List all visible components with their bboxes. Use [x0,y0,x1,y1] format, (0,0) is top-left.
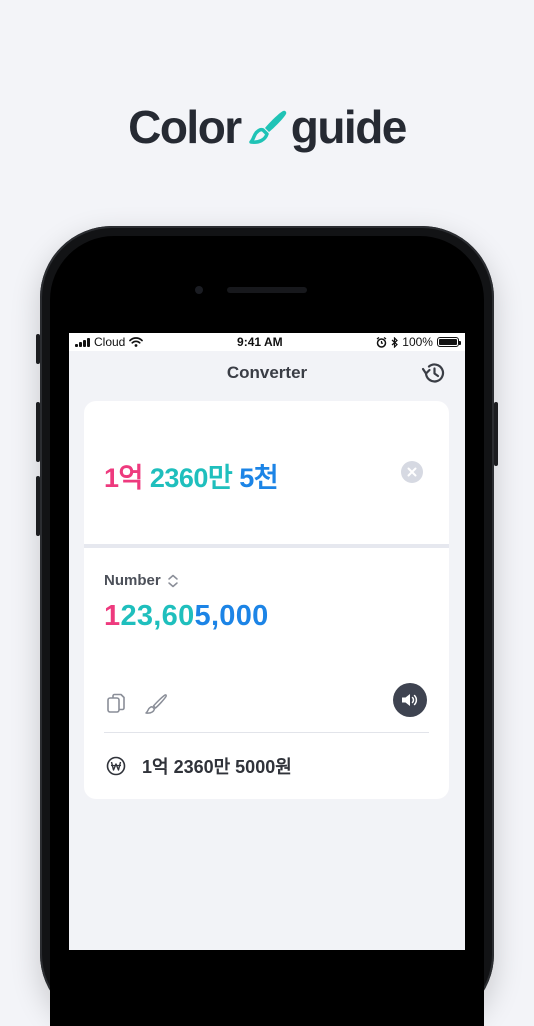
history-icon[interactable] [419,359,447,387]
unit-label: Number [104,572,161,589]
speak-button[interactable] [393,683,427,717]
app-screen: Cloud 9:41 AM 100% Converter 1억 2360만 5천… [69,333,465,950]
brand-logo: Color guide [0,100,534,154]
brand-text-left: Color [128,101,242,153]
battery-icon [436,337,461,347]
volume-up-button [36,402,40,462]
brand-text-right: guide [290,101,408,153]
input-area[interactable]: 1억 2360만 5천 [84,401,449,544]
input-segment-cheon: 5천 [232,463,279,493]
won-amount-row: 1억 2360만 5000원 [106,753,292,779]
wifi-icon [129,337,144,347]
paintbrush-icon[interactable] [144,693,168,715]
result-area: Number 123,605,000 1억 2360만 5000원 [84,548,449,799]
clear-icon[interactable] [401,461,423,483]
battery-percent: 100% [402,335,433,349]
unit-selector[interactable]: Number [104,572,179,589]
front-camera [195,286,203,294]
bluetooth-icon [391,336,399,348]
page-title: Converter [226,363,308,382]
won-icon [106,756,126,776]
input-segment-eok: 1억 [104,463,143,493]
speaker-icon [402,694,418,706]
number-segment-3: 5,000 [194,600,269,632]
copy-icon[interactable] [106,693,126,715]
volume-down-button [36,476,40,536]
status-bar: Cloud 9:41 AM 100% [69,333,465,351]
signal-icon [75,337,90,347]
korean-number-input[interactable]: 1억 2360만 5천 [104,456,279,495]
number-segment-2: 23,60 [120,600,195,632]
alarm-icon [376,336,387,348]
input-segment-man: 2360만 [142,463,233,493]
won-amount-text: 1억 2360만 5000원 [142,757,292,777]
chevron-up-down-icon [167,574,178,587]
converter-card: 1억 2360만 5천 Number 123,605,000 1억 2360만 … [84,401,449,799]
paintbrush-icon [248,110,286,144]
status-time: 9:41 AM [237,335,283,349]
earpiece-speaker [227,287,307,293]
carrier-name: Cloud [94,335,126,349]
converted-number: 123,605,000 [104,600,269,633]
navigation-bar: Converter [69,351,465,397]
power-button [494,402,498,466]
mute-switch [36,334,40,364]
result-divider [104,732,429,733]
number-segment-1: 1 [104,600,121,632]
